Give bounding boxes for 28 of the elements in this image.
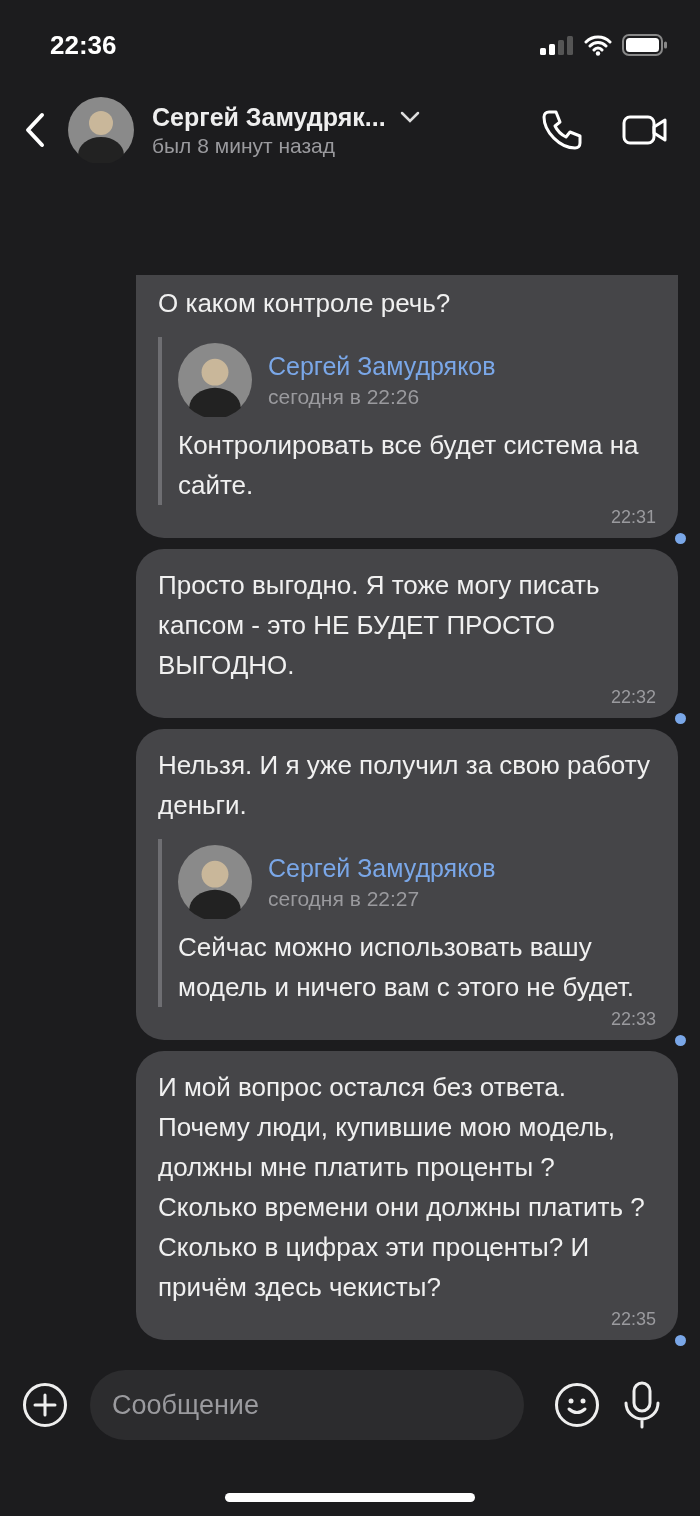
avatar[interactable]: [68, 97, 134, 163]
message-text: О каком контроле речь?: [158, 287, 452, 320]
quote-author: Сергей Замудряков: [268, 853, 496, 883]
quote-text: Сейчас можно использовать вашу модель и ничего вам с этого не будет.: [178, 931, 635, 1004]
quote-text: Контролировать все будет система на сайте.: [178, 429, 640, 502]
message-time: 22:31: [610, 507, 656, 528]
last-seen-status: был 8 минут назад: [152, 133, 337, 158]
video-camera-icon[interactable]: [622, 115, 668, 145]
message-time: 22:35: [610, 1309, 656, 1330]
message-field[interactable]: Сообщение: [90, 1370, 524, 1440]
message-text: Просто выгодно. Я тоже могу писать капсом - это НЕ БУДЕТ ПРОСТО ВЫГОДНО.: [158, 569, 601, 682]
smiley-icon[interactable]: [554, 1382, 600, 1428]
battery-icon: [622, 34, 668, 56]
phone-icon[interactable]: [540, 108, 584, 152]
quote-author: Сергей Замудряков: [268, 351, 496, 381]
status-time: 22:36: [50, 29, 117, 61]
microphone-icon[interactable]: [622, 1381, 662, 1429]
message-text: И мой вопрос остался без ответа. Почему люди, купившие мою модель, должны мне платить проценты ? Сколько времени они должны платить ? Сколько в цифрах эти проценты? И причём здесь чекисты?: [158, 1071, 646, 1304]
message-time: 22:32: [610, 687, 656, 708]
quote-time: сегодня в 22:27: [268, 886, 421, 911]
chevron-down-icon[interactable]: [399, 111, 420, 123]
contact-name[interactable]: Сергей Замудряк...: [152, 102, 386, 132]
signal-icon: [540, 35, 574, 55]
message-text: Нельзя. И я уже получил за свою работу деньги.: [158, 749, 651, 822]
message-time: 22:33: [610, 1009, 656, 1030]
add-icon[interactable]: [22, 1382, 68, 1428]
quote-time: сегодня в 22:26: [268, 384, 421, 409]
wifi-icon: [584, 34, 612, 56]
